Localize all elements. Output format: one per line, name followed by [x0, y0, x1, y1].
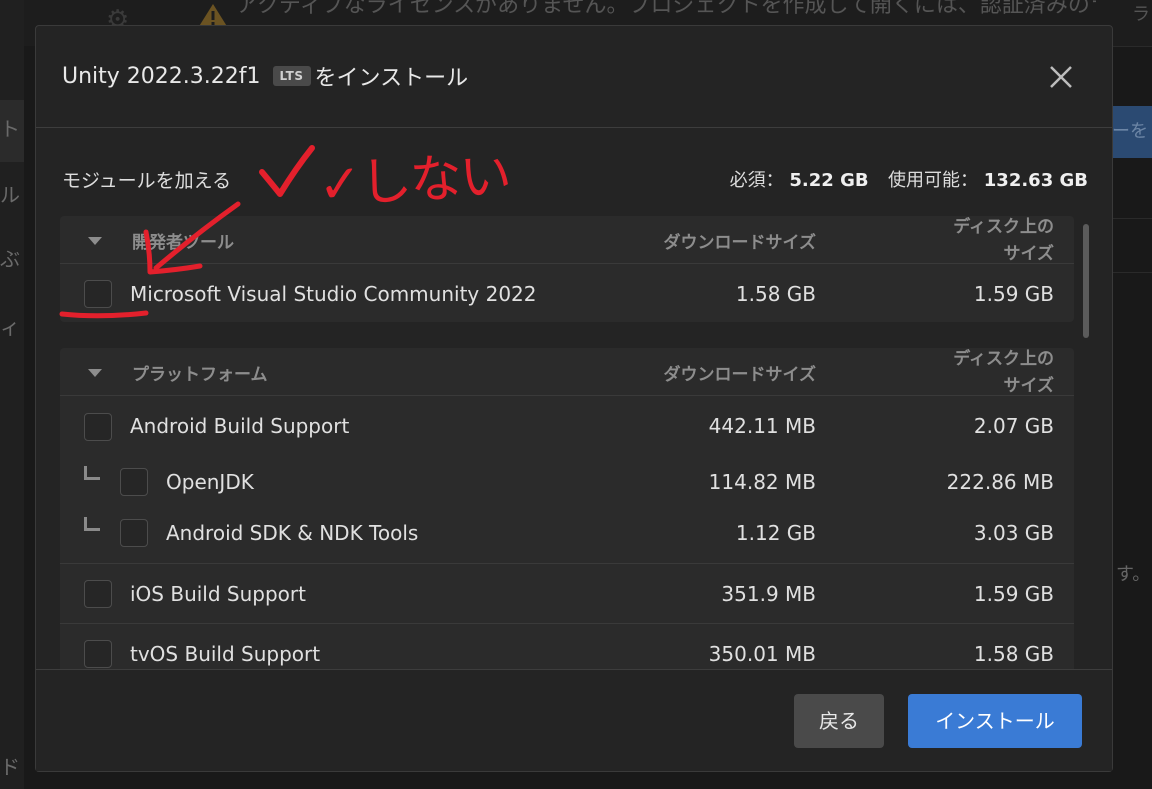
background-right-text: す。: [1116, 564, 1151, 585]
tree-branch-icon: [84, 517, 100, 531]
module-download-size: 442.11 MB: [708, 414, 816, 438]
module-row[interactable]: Microsoft Visual Studio Community 2022 1…: [60, 264, 1074, 322]
column-header-download: ダウンロードサイズ: [663, 233, 817, 253]
module-disk-size: 1.58 GB: [973, 642, 1054, 666]
module-checkbox[interactable]: [84, 280, 112, 308]
annotation-text: ✓しない: [316, 146, 512, 216]
available-value: 132.63 GB: [983, 170, 1088, 191]
caret-down-icon: [88, 369, 102, 377]
module-disk-size: 2.07 GB: [973, 414, 1054, 438]
section-title: 開発者ツール: [132, 233, 234, 253]
module-checkbox[interactable]: [120, 468, 148, 496]
background-sidebar-item: ィ: [0, 315, 20, 339]
dialog-footer: 戻る インストール: [36, 669, 1112, 771]
required-label: 必須：: [729, 170, 784, 191]
module-row[interactable]: OpenJDK 114.82 MB 222.86 MB: [60, 452, 1074, 504]
dialog-title-version: Unity 2022.3.22f1: [62, 63, 261, 89]
module-row[interactable]: iOS Build Support 351.9 MB 1.59 GB: [60, 564, 1074, 624]
section-platforms: プラットフォーム ダウンロードサイズ ディスク上の サイズ Android Bu…: [60, 348, 1074, 670]
install-dialog: Unity 2022.3.22f1 LTS をインストール モジュールを加える …: [35, 25, 1113, 772]
module-name: tvOS Build Support: [130, 642, 321, 666]
module-download-size: 1.58 GB: [735, 282, 816, 306]
column-header-download: ダウンロードサイズ: [663, 365, 817, 385]
module-download-size: 350.01 MB: [708, 642, 816, 666]
module-name: Android Build Support: [130, 414, 350, 438]
background-sidebar-item: ト: [0, 117, 20, 141]
scrollbar-thumb[interactable]: [1083, 224, 1089, 338]
divider: [1112, 272, 1152, 273]
caret-down-icon: [88, 237, 102, 245]
available-label: 使用可能：: [888, 170, 979, 191]
module-disk-size: 1.59 GB: [973, 582, 1054, 606]
background-sidebar-item: ぶ: [0, 247, 20, 271]
dialog-header: Unity 2022.3.22f1 LTS をインストール: [36, 26, 1112, 128]
background-sidebar-item: ド: [0, 755, 20, 779]
size-summary: 必須： 5.22 GB 使用可能： 132.63 GB: [676, 166, 1088, 192]
module-name: OpenJDK: [166, 470, 254, 494]
dialog-title: Unity 2022.3.22f1 LTS をインストール: [62, 60, 468, 92]
modules-label: モジュールを加える: [62, 170, 232, 192]
section-developer-tools: 開発者ツール ダウンロードサイズ ディスク上の サイズ Microsoft Vi…: [60, 216, 1074, 322]
modules-list[interactable]: 開発者ツール ダウンロードサイズ ディスク上の サイズ Microsoft Vi…: [60, 214, 1076, 670]
module-disk-size: 3.03 GB: [973, 521, 1054, 545]
module-name: Microsoft Visual Studio Community 2022: [130, 282, 537, 306]
close-icon: [1050, 66, 1072, 88]
module-checkbox[interactable]: [120, 519, 148, 547]
module-row[interactable]: Android Build Support 442.11 MB 2.07 GB: [60, 396, 1074, 452]
section-title: プラットフォーム: [132, 365, 268, 385]
section-header[interactable]: 開発者ツール ダウンロードサイズ ディスク上の サイズ: [60, 216, 1074, 264]
module-download-size: 351.9 MB: [721, 582, 816, 606]
module-download-size: 1.12 GB: [735, 521, 816, 545]
back-button[interactable]: 戻る: [794, 694, 884, 748]
tree-branch-icon: [84, 466, 100, 480]
module-disk-size: 1.59 GB: [973, 282, 1054, 306]
install-button[interactable]: インストール: [908, 694, 1082, 748]
module-checkbox[interactable]: [84, 640, 112, 668]
background-right-text: ラ: [1132, 4, 1150, 25]
module-name: iOS Build Support: [130, 582, 306, 606]
required-value: 5.22 GB: [789, 170, 869, 191]
lts-badge: LTS: [272, 66, 311, 86]
background-sidebar-item: ル: [0, 183, 20, 207]
module-disk-size: 222.86 MB: [946, 470, 1054, 494]
section-header[interactable]: プラットフォーム ダウンロードサイズ ディスク上の サイズ: [60, 348, 1074, 396]
close-button[interactable]: [1046, 62, 1076, 92]
module-checkbox[interactable]: [84, 580, 112, 608]
module-row[interactable]: Android SDK & NDK Tools 1.12 GB 3.03 GB: [60, 504, 1074, 564]
column-header-disk: ディスク上の サイズ: [953, 349, 1054, 396]
divider: [1112, 218, 1152, 219]
column-header-disk: ディスク上の サイズ: [953, 217, 1054, 264]
background-right-button[interactable]: ーを: [1112, 106, 1152, 158]
module-download-size: 114.82 MB: [708, 470, 816, 494]
module-name: Android SDK & NDK Tools: [166, 521, 419, 545]
dialog-title-suffix: をインストール: [314, 66, 469, 91]
module-row[interactable]: tvOS Build Support 350.01 MB 1.58 GB: [60, 624, 1074, 670]
module-checkbox[interactable]: [84, 413, 112, 441]
divider: [1112, 46, 1152, 47]
